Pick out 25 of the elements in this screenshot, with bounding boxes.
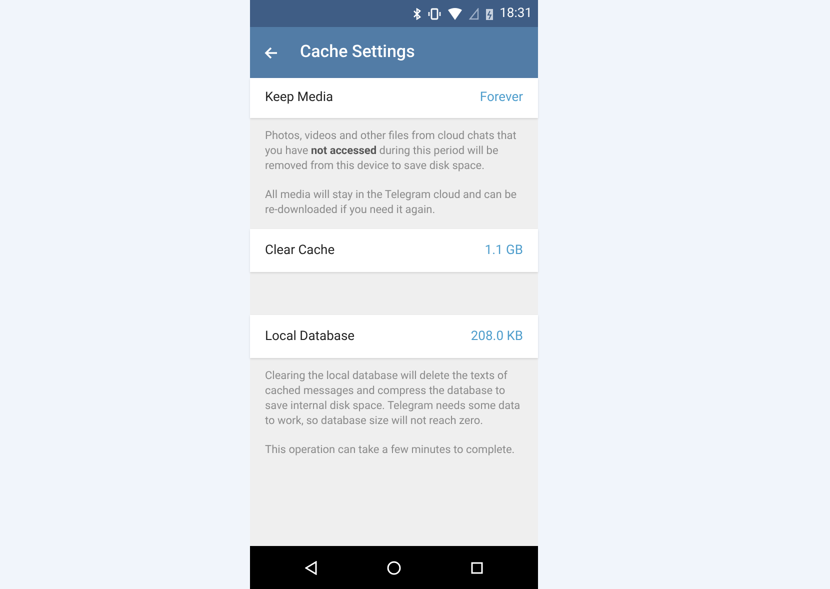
screen-title: Cache Settings <box>300 40 415 64</box>
home-circle-icon[interactable] <box>387 560 401 574</box>
back-button[interactable] <box>264 46 278 60</box>
vibrate-icon <box>428 8 441 20</box>
row-value: 1.1 GB <box>484 242 523 260</box>
row-label: Local Database <box>265 328 355 346</box>
battery-icon <box>486 8 493 20</box>
description-text: Photos, videos and other files from cloud chats that you have not accessed during this period will be removed from this device to save disk space. <box>265 128 518 173</box>
row-label: Clear Cache <box>265 242 335 260</box>
description-text: All media will stay in the Telegram cloud and can be re-downloaded if you need it again. <box>265 187 518 217</box>
signal-icon <box>468 8 479 20</box>
settings-row[interactable]: Local Database 208.0 KB <box>250 315 538 358</box>
settings-row[interactable]: Clear Cache 1.1 GB <box>250 229 538 272</box>
back-arrow-icon <box>264 46 278 60</box>
bluetooth-icon <box>412 8 421 20</box>
row-value: 208.0 KB <box>470 328 523 346</box>
description-text: This operation can take a few minutes to complete. <box>265 442 516 457</box>
row-label: Keep Media <box>265 89 334 108</box>
settings-row[interactable]: Keep Media Forever <box>250 78 538 118</box>
row-value: Forever <box>480 89 523 108</box>
description-text: Clearing the local database will delete the texts of cached messages and compress the database to save internal disk space. Telegram needs some data to work, so database size will not reach zero. <box>265 368 522 428</box>
wifi-icon <box>448 8 462 20</box>
status-time: 18:31 <box>500 4 532 23</box>
back-triangle-icon[interactable] <box>305 560 317 574</box>
recents-square-icon[interactable] <box>471 562 483 574</box>
